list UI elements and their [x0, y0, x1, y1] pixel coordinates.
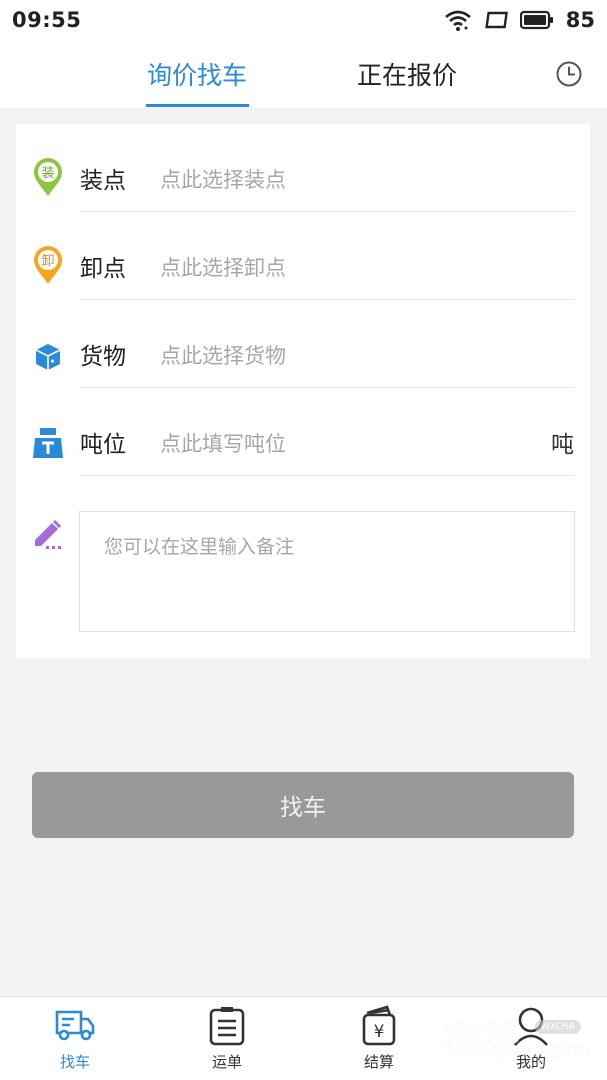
remark-placeholder: 您可以在这里输入备注 — [104, 536, 295, 558]
tonnage-unit: 吨 — [551, 432, 574, 458]
cargo-row[interactable]: 货物 点此选择货物 — [16, 300, 590, 388]
green-location-pin-icon: 装 — [34, 158, 62, 196]
cargo-label: 货物 — [80, 344, 126, 370]
cargo-input[interactable]: 点此选择货物 — [160, 340, 286, 370]
tab-inquiry[interactable]: 询价找车 — [147, 56, 247, 92]
header-tabs: 询价找车 正在报价 — [0, 40, 607, 108]
unloading-badge: 卸 — [41, 253, 54, 269]
clipboard-icon — [209, 1007, 245, 1046]
cargo-box-icon — [35, 344, 61, 370]
battery-icon — [519, 10, 553, 30]
svg-text:¥: ¥ — [374, 1022, 385, 1042]
unloading-point-input[interactable]: 点此选择卸点 — [160, 252, 286, 282]
remark-textarea[interactable]: 您可以在这里输入备注 — [79, 511, 575, 632]
loading-point-label: 装点 — [80, 168, 126, 194]
nav-label: 找车 — [59, 1053, 90, 1071]
divider — [80, 475, 574, 476]
watermark: 微茶 WXCHA .com — [444, 1006, 594, 1066]
weight-icon — [33, 428, 63, 458]
battery-level: 85 — [565, 8, 595, 32]
watermark-badge: WXCHA — [535, 1020, 581, 1034]
status-icons: 85 — [444, 8, 595, 32]
loading-point-input[interactable]: 点此选择装点 — [160, 164, 286, 194]
nav-label: 结算 — [363, 1053, 394, 1071]
inquiry-form: 装 装点 点此选择装点 卸 卸点 点此选择卸点 货物 点此选择货物 吨位 点此填… — [16, 124, 590, 658]
truck-icon — [55, 1010, 95, 1041]
unloading-point-row[interactable]: 卸 卸点 点此选择卸点 — [16, 212, 590, 300]
nav-label: 运单 — [211, 1053, 242, 1071]
loading-badge: 装 — [41, 166, 54, 181]
watermark-suffix: .com — [542, 1038, 592, 1062]
nav-item-settlement[interactable]: ¥ 结算 — [319, 997, 439, 1080]
unloading-point-label: 卸点 — [80, 256, 126, 282]
clock-history-icon[interactable] — [555, 60, 583, 88]
tonnage-label: 吨位 — [80, 432, 126, 458]
wifi-icon — [444, 10, 471, 31]
active-tab-indicator — [146, 104, 249, 107]
loading-point-row[interactable]: 装 装点 点此选择装点 — [16, 124, 590, 212]
screen-cast-icon — [485, 11, 508, 29]
status-time: 09:55 — [12, 8, 82, 32]
watermark-text: 微茶 — [444, 1019, 521, 1063]
status-bar: 09:55 85 — [0, 0, 607, 40]
orange-location-pin-icon: 卸 — [34, 246, 62, 284]
pencil-edit-icon — [35, 520, 61, 549]
wallet-icon: ¥ — [362, 1005, 396, 1046]
nav-item-find-truck[interactable]: 找车 — [15, 997, 135, 1080]
find-truck-button[interactable]: 找车 — [32, 772, 574, 838]
tonnage-row[interactable]: 吨位 点此填写吨位 吨 — [16, 388, 590, 476]
tab-quoting[interactable]: 正在报价 — [357, 56, 457, 92]
nav-item-waybill[interactable]: 运单 — [167, 997, 287, 1080]
tonnage-input[interactable]: 点此填写吨位 — [160, 428, 286, 458]
